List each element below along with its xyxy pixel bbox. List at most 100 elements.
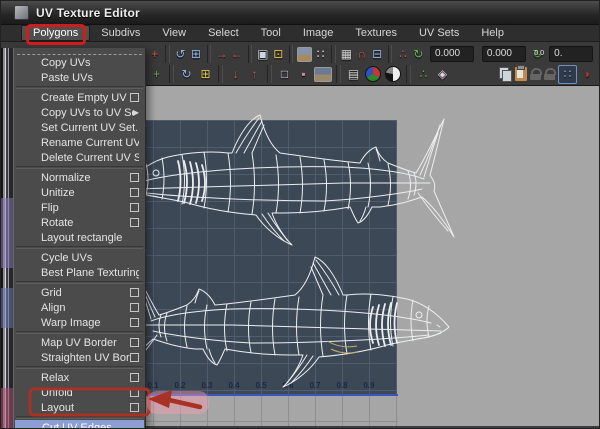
- flip-uv-axis-icon[interactable]: +: [148, 46, 161, 63]
- menu-item-paste-uvs[interactable]: Paste UVs: [14, 70, 145, 85]
- menubar-item-tool[interactable]: Tool: [250, 26, 292, 40]
- alpha-channel-icon[interactable]: [385, 66, 401, 82]
- menubar-item-help[interactable]: Help: [470, 26, 515, 40]
- option-box-icon[interactable]: [130, 388, 139, 397]
- menu-item-normalize[interactable]: Normalize: [14, 170, 145, 185]
- lock-icon[interactable]: [530, 67, 542, 81]
- menu-item-align[interactable]: Align: [14, 300, 145, 315]
- menu-item-relax[interactable]: Relax: [14, 370, 145, 385]
- checker-tile-icon[interactable]: ◈: [434, 66, 451, 83]
- menu-item-grid[interactable]: Grid: [14, 285, 145, 300]
- paste-uvs-icon[interactable]: [514, 65, 528, 82]
- marquee-uv-icon[interactable]: ▣: [256, 46, 269, 63]
- menubar-item-select[interactable]: Select: [197, 26, 250, 40]
- menu-item-map-uv-border[interactable]: Map UV Border: [14, 335, 145, 350]
- uv-points-icon[interactable]: ∴: [396, 46, 409, 63]
- dashed-select-icon[interactable]: □: [276, 66, 293, 83]
- menu-item-label: Delete Current UV Set: [41, 151, 139, 164]
- option-box-icon[interactable]: [130, 93, 139, 102]
- menu-item-cut-uv-edges[interactable]: Cut UV Edges: [15, 420, 144, 429]
- menu-item-cycle-uvs[interactable]: Cycle UVs: [14, 250, 145, 265]
- sew-points-icon[interactable]: ∴: [415, 66, 432, 83]
- menu-item-copy-uvs[interactable]: Copy UVs: [14, 55, 145, 70]
- menubar-item-subdivs[interactable]: Subdivs: [90, 26, 151, 40]
- menu-item-best-plane-texturing-tool[interactable]: Best Plane Texturing Tool: [14, 265, 145, 280]
- rotate-uv-cw-icon[interactable]: ↻: [178, 66, 195, 83]
- rgb-channels-icon[interactable]: [365, 66, 381, 82]
- move-v-down-icon[interactable]: ↓: [227, 66, 244, 83]
- option-box-icon[interactable]: [130, 288, 139, 297]
- corner-select-icon[interactable]: ∷: [558, 64, 577, 84]
- rotate-angle-icon[interactable]: ↻ 0.0: [531, 46, 544, 63]
- menubar-item-uv-sets[interactable]: UV Sets: [408, 26, 470, 40]
- checker-dots-icon[interactable]: ∷: [314, 46, 327, 63]
- menu-item-label: Cycle UVs: [41, 251, 93, 264]
- rotate-uv-ccw-icon[interactable]: ↺: [174, 46, 187, 63]
- menu-item-label: Copy UVs to UV Set: [41, 106, 133, 119]
- shader-square-icon[interactable]: ▪: [295, 66, 312, 83]
- option-box-icon[interactable]: [130, 318, 139, 327]
- snap-grid-icon[interactable]: ⊞: [189, 46, 202, 63]
- option-box-icon[interactable]: [130, 188, 139, 197]
- title-bar[interactable]: UV Texture Editor: [1, 1, 599, 25]
- menu-item-label: Rotate: [41, 216, 74, 229]
- move-u-left-icon[interactable]: ←: [230, 46, 243, 63]
- menu-item-label: Cut UV Edges: [42, 421, 112, 429]
- menu-item-rotate[interactable]: Rotate: [14, 215, 145, 230]
- menu-item-layout-rectangle[interactable]: Layout rectangle: [14, 230, 145, 245]
- toolbar-separator: [165, 45, 170, 63]
- menubar-item-polygons[interactable]: Polygons: [21, 25, 91, 41]
- move-u-right-icon[interactable]: →: [215, 46, 228, 63]
- menu-item-unfold[interactable]: Unfold: [14, 385, 145, 400]
- menu-item-unitize[interactable]: Unitize: [14, 185, 145, 200]
- option-box-icon[interactable]: [130, 203, 139, 212]
- menu-item-warp-image[interactable]: Warp Image: [14, 315, 145, 330]
- menu-item-label: Rename Current UV Set...: [41, 136, 139, 149]
- move-v-up-icon[interactable]: ↑: [246, 66, 263, 83]
- lock-icon[interactable]: [544, 67, 556, 81]
- menubar-item-image[interactable]: Image: [292, 26, 345, 40]
- menu-item-layout[interactable]: Layout: [14, 400, 145, 415]
- option-box-icon[interactable]: [130, 353, 139, 362]
- option-box-icon[interactable]: [130, 218, 139, 227]
- menu-item-copy-uvs-to-uv-set[interactable]: Copy UVs to UV Set ▶: [14, 105, 145, 120]
- menu-item-label: Unfold: [41, 386, 73, 399]
- option-box-icon[interactable]: [130, 338, 139, 347]
- u-coordinate-field[interactable]: 0.000: [430, 46, 474, 62]
- menu-item-create-empty-uv-set[interactable]: Create Empty UV Set: [14, 90, 145, 105]
- option-box-icon[interactable]: [130, 403, 139, 412]
- menubar-item-view[interactable]: View: [151, 26, 197, 40]
- toolbar-row-2: + ↻ ⊞ ↓ ↑ □ ▪ ▤ ∴ ◈ ∷ ◗: [147, 64, 597, 84]
- menu-item-flip[interactable]: Flip: [14, 200, 145, 215]
- copy-uvs-icon[interactable]: [498, 67, 512, 82]
- menu-item-label: Normalize: [41, 171, 91, 184]
- axis-cross-icon[interactable]: +: [148, 66, 165, 83]
- menu-item-rename-current-uv-set[interactable]: Rename Current UV Set...: [14, 135, 145, 150]
- option-box-icon[interactable]: [130, 173, 139, 182]
- layered-uv-icon[interactable]: ⊟: [370, 46, 383, 63]
- v-coordinate-field[interactable]: 0.000: [481, 46, 526, 62]
- background-blob: [1, 198, 13, 268]
- clipped-field[interactable]: 0.: [549, 46, 593, 62]
- option-box-icon[interactable]: [130, 373, 139, 382]
- polygons-menu-panel: Copy UVsPaste UVs Create Empty UV SetCopy…: [13, 48, 146, 429]
- menubar-item-textures[interactable]: Textures: [344, 26, 408, 40]
- menu-item-straighten-uv-border[interactable]: Straighten UV Border: [14, 350, 145, 365]
- selected-tan-edges: [326, 340, 358, 354]
- option-box-icon[interactable]: [130, 303, 139, 312]
- menu-item-set-current-uv-set[interactable]: Set Current UV Set...: [14, 120, 145, 135]
- magnet-snap-icon[interactable]: ∩: [355, 46, 368, 63]
- grid-display-icon[interactable]: ▦: [340, 46, 353, 63]
- clipped-red-icon[interactable]: ◗: [579, 66, 596, 83]
- refresh-uv-icon[interactable]: ↻: [412, 46, 425, 63]
- menu-item-label: Warp Image: [41, 316, 101, 329]
- menu-item-label: Layout: [41, 401, 75, 414]
- menu-item-delete-current-uv-set[interactable]: Delete Current UV Set: [14, 150, 145, 165]
- grid-toggle-icon[interactable]: ▤: [345, 66, 362, 83]
- image-ratio-icon[interactable]: [314, 66, 332, 82]
- menu-separator: [16, 246, 143, 249]
- corner-snap-icon[interactable]: ⊡: [272, 46, 285, 63]
- image-display-icon[interactable]: [297, 46, 312, 62]
- menu-item-label: Straighten UV Border: [41, 351, 130, 364]
- pixel-snap-icon[interactable]: ⊞: [197, 66, 214, 83]
